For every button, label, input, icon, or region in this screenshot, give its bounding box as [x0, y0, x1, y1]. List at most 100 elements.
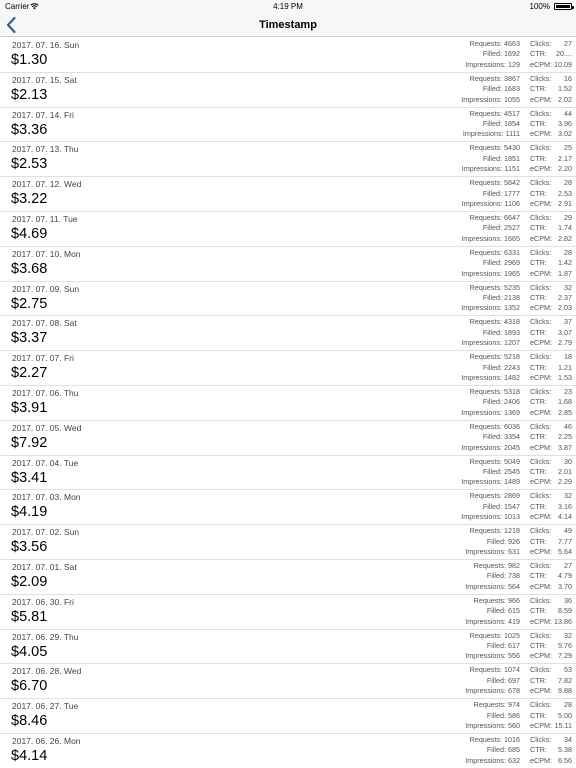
clicks-label: Clicks: — [530, 421, 552, 431]
ecpm-value: 15.11 — [554, 720, 572, 730]
list-item[interactable]: 2017. 06. 26. Mon $4.14 Requests: 1016 F… — [0, 734, 576, 768]
click-stats: Clicks: 49 CTR: 7.77 eCPM: 5.64 — [530, 526, 572, 557]
filled-value: 1683 — [504, 84, 520, 94]
ecpm-value: 7.29 — [558, 651, 572, 661]
impressions-label: Impressions: — [465, 546, 506, 556]
ctr-value: 2.01 — [558, 466, 572, 476]
requests-label: Requests: — [473, 700, 506, 710]
impressions-value: 631 — [508, 546, 520, 556]
row-date: 2017. 07. 14. Fri — [12, 109, 74, 120]
list-item[interactable]: 2017. 07. 10. Mon $3.68 Requests: 6331 F… — [0, 247, 576, 282]
request-stats: Requests: 5318 Filled: 2406 Impressions:… — [461, 387, 520, 418]
clicks-value: 23 — [564, 386, 572, 396]
requests-label: Requests: — [469, 421, 502, 431]
requests-value: 5430 — [504, 143, 520, 153]
clicks-label: Clicks: — [530, 700, 552, 710]
request-stats: Requests: 1025 Filled: 617 Impressions: … — [465, 631, 520, 662]
list-item[interactable]: 2017. 07. 07. Fri $2.27 Requests: 5218 F… — [0, 351, 576, 386]
ecpm-label: eCPM: — [530, 581, 552, 591]
ctr-value: 2.37 — [558, 292, 572, 302]
filled-label: Filled: — [486, 640, 506, 650]
row-revenue: $6.70 — [11, 678, 48, 695]
clicks-value: 32 — [564, 491, 572, 501]
requests-value: 4318 — [504, 317, 520, 327]
impressions-value: 1207 — [504, 338, 520, 348]
row-revenue: $2.13 — [11, 86, 48, 103]
ecpm-label: eCPM: — [530, 755, 552, 765]
list-item[interactable]: 2017. 07. 16. Sun $1.30 Requests: 4663 F… — [0, 38, 576, 73]
ctr-value: 1.42 — [558, 258, 572, 268]
filled-value: 685 — [508, 745, 520, 755]
row-date: 2017. 07. 06. Thu — [12, 387, 79, 398]
request-stats: Requests: 5049 Filled: 2545 Impressions:… — [461, 457, 520, 488]
list-item[interactable]: 2017. 06. 29. Thu $4.05 Requests: 1025 F… — [0, 630, 576, 665]
ctr-label: CTR: — [530, 466, 547, 476]
ctr-value: 5.00 — [558, 710, 572, 720]
list-item[interactable]: 2017. 07. 04. Tue $3.41 Requests: 5049 F… — [0, 456, 576, 491]
requests-value: 966 — [508, 595, 520, 605]
requests-label: Requests: — [469, 526, 502, 536]
page-title: Timestamp — [259, 19, 317, 31]
impressions-label: Impressions: — [461, 512, 502, 522]
clicks-label: Clicks: — [530, 178, 552, 188]
row-date: 2017. 07. 04. Tue — [12, 457, 79, 468]
ecpm-value: 2.29 — [558, 477, 572, 487]
filled-label: Filled: — [486, 745, 506, 755]
request-stats: Requests: 1016 Filled: 685 Impressions: … — [465, 735, 520, 766]
list-item[interactable]: 2017. 07. 08. Sat $3.37 Requests: 4318 F… — [0, 316, 576, 352]
row-revenue: $3.37 — [11, 330, 48, 347]
row-revenue: $2.53 — [11, 156, 48, 173]
ctr-value: 8.59 — [558, 606, 572, 616]
impressions-label: Impressions: — [465, 581, 506, 591]
ecpm-label: eCPM: — [530, 372, 552, 382]
ctr-value: 7.77 — [558, 536, 572, 546]
clicks-value: 53 — [564, 665, 572, 675]
list-item[interactable]: 2017. 07. 02. Sun $3.56 Requests: 1218 F… — [0, 525, 576, 560]
click-stats: Clicks: 29 CTR: 1.74 eCPM: 2.82 — [530, 213, 572, 244]
clicks-value: 28 — [564, 247, 572, 257]
list-item[interactable]: 2017. 07. 15. Sat $2.13 Requests: 3867 F… — [0, 73, 576, 108]
ecpm-value: 3.70 — [558, 581, 572, 591]
list-item[interactable]: 2017. 07. 13. Thu $2.53 Requests: 5430 F… — [0, 142, 576, 178]
list-item[interactable]: 2017. 07. 01. Sat $2.09 Requests: 982 Fi… — [0, 560, 576, 595]
clicks-label: Clicks: — [530, 352, 552, 362]
ctr-label: CTR: — [530, 223, 547, 233]
impressions-value: 1013 — [504, 512, 520, 522]
battery-icon — [554, 3, 574, 10]
list-item[interactable]: 2017. 07. 14. Fri $3.36 Requests: 4517 F… — [0, 108, 576, 143]
clicks-value: 44 — [564, 108, 572, 118]
ecpm-label: eCPM: — [530, 233, 552, 243]
filled-value: 2545 — [504, 466, 520, 476]
filled-label: Filled: — [482, 49, 502, 59]
impressions-value: 1482 — [504, 372, 520, 382]
filled-label: Filled: — [482, 432, 502, 442]
list-item[interactable]: 2017. 06. 27. Tue $8.46 Requests: 974 Fi… — [0, 699, 576, 734]
request-stats: Requests: 1074 Filled: 697 Impressions: … — [465, 665, 520, 696]
list-item[interactable]: 2017. 06. 28. Wed $6.70 Requests: 1074 F… — [0, 664, 576, 700]
impressions-value: 1151 — [504, 164, 520, 174]
list-item[interactable]: 2017. 07. 12. Wed $3.22 Requests: 5842 F… — [0, 177, 576, 212]
filled-value: 1851 — [504, 153, 520, 163]
list-item[interactable]: 2017. 07. 05. Wed $7.92 Requests: 6036 F… — [0, 421, 576, 456]
list-item[interactable]: 2017. 06. 30. Fri $5.81 Requests: 966 Fi… — [0, 595, 576, 630]
filled-value: 1692 — [504, 49, 520, 59]
click-stats: Clicks: 32 CTR: 2.37 eCPM: 2.03 — [530, 283, 572, 314]
clicks-value: 30 — [564, 456, 572, 466]
clicks-label: Clicks: — [530, 560, 552, 570]
row-revenue: $2.09 — [11, 573, 48, 590]
ecpm-label: eCPM: — [530, 616, 552, 626]
ctr-value: 1.74 — [558, 223, 572, 233]
list-item[interactable]: 2017. 07. 03. Mon $4.19 Requests: 2869 F… — [0, 490, 576, 526]
list-item[interactable]: 2017. 07. 06. Thu $3.91 Requests: 5318 F… — [0, 386, 576, 421]
list-item[interactable]: 2017. 07. 11. Tue $4.69 Requests: 6647 F… — [0, 212, 576, 247]
ctr-value: 3.07 — [558, 327, 572, 337]
ecpm-label: eCPM: — [530, 720, 552, 730]
clicks-label: Clicks: — [530, 39, 552, 48]
ecpm-label: eCPM: — [530, 407, 552, 417]
requests-value: 6036 — [504, 421, 520, 431]
filled-value: 615 — [508, 606, 520, 616]
click-stats: Clicks: 32 CTR: 3.16 eCPM: 4.14 — [530, 491, 572, 522]
requests-value: 5218 — [504, 352, 520, 362]
list-item[interactable]: 2017. 07. 09. Sun $2.75 Requests: 5235 F… — [0, 282, 576, 317]
ecpm-value: 3.87 — [558, 442, 572, 452]
